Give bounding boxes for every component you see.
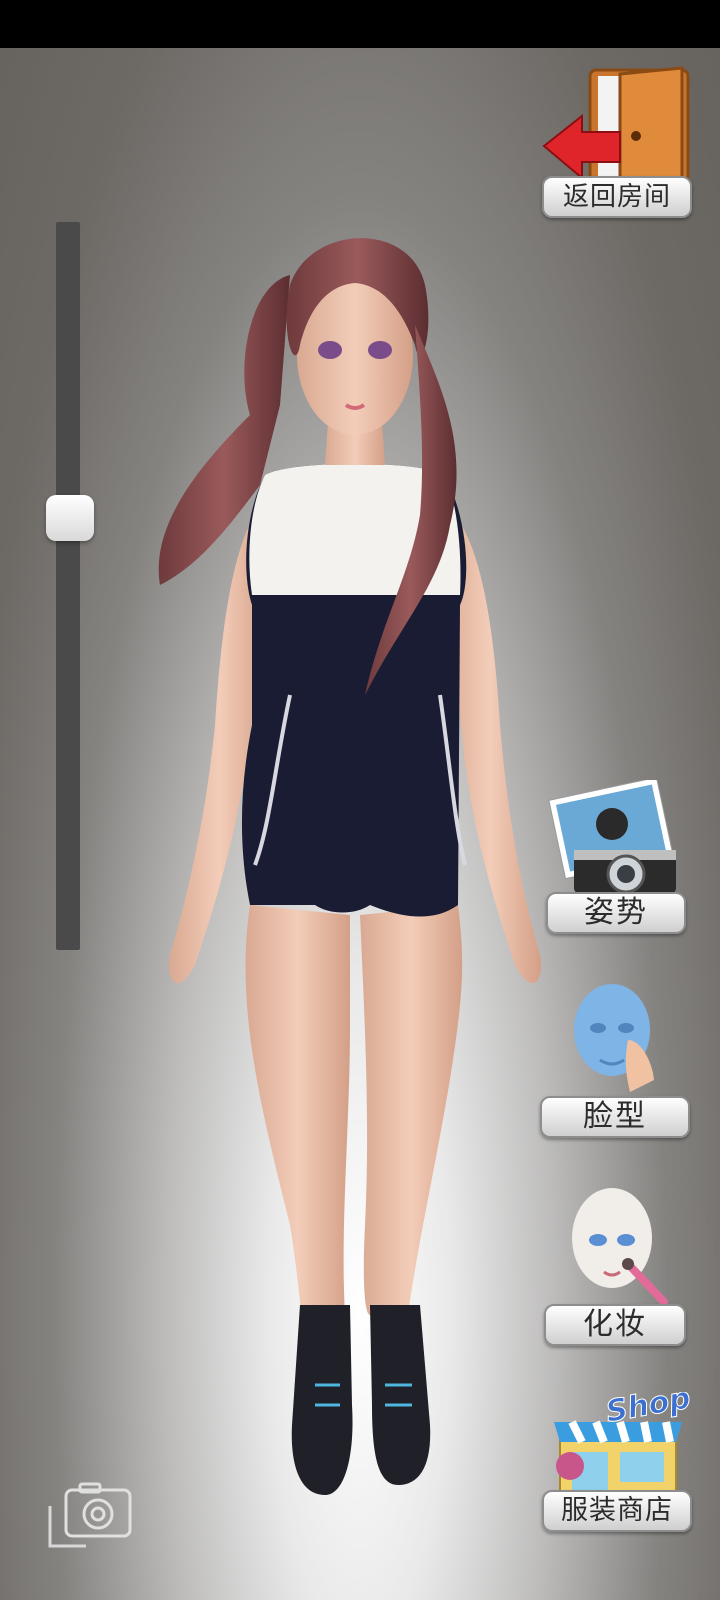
photo-camera-icon xyxy=(548,780,676,894)
clothing-shop-button[interactable]: Shop 服装商店 xyxy=(542,1392,692,1532)
shop-storefront-icon: Shop xyxy=(554,1392,692,1495)
pose-label: 姿势 xyxy=(546,892,686,934)
face-model-icon xyxy=(574,984,654,1092)
status-bar xyxy=(0,0,720,48)
pose-button[interactable]: 姿势 xyxy=(546,780,686,934)
character-model[interactable] xyxy=(140,225,570,1545)
door-exit-icon xyxy=(542,66,690,184)
makeup-button[interactable]: 化妆 xyxy=(544,1186,686,1346)
return-room-button[interactable]: 返回房间 xyxy=(542,66,692,218)
makeup-brush-icon xyxy=(572,1188,668,1306)
clothing-shop-label: 服装商店 xyxy=(542,1490,692,1532)
zoom-slider-thumb[interactable] xyxy=(46,494,94,541)
face-shape-label: 脸型 xyxy=(540,1096,690,1138)
makeup-label: 化妆 xyxy=(544,1304,686,1346)
return-room-label: 返回房间 xyxy=(542,176,692,218)
camera-icon[interactable] xyxy=(46,1480,136,1550)
zoom-slider-track[interactable] xyxy=(56,222,80,950)
face-shape-button[interactable]: 脸型 xyxy=(540,980,690,1138)
